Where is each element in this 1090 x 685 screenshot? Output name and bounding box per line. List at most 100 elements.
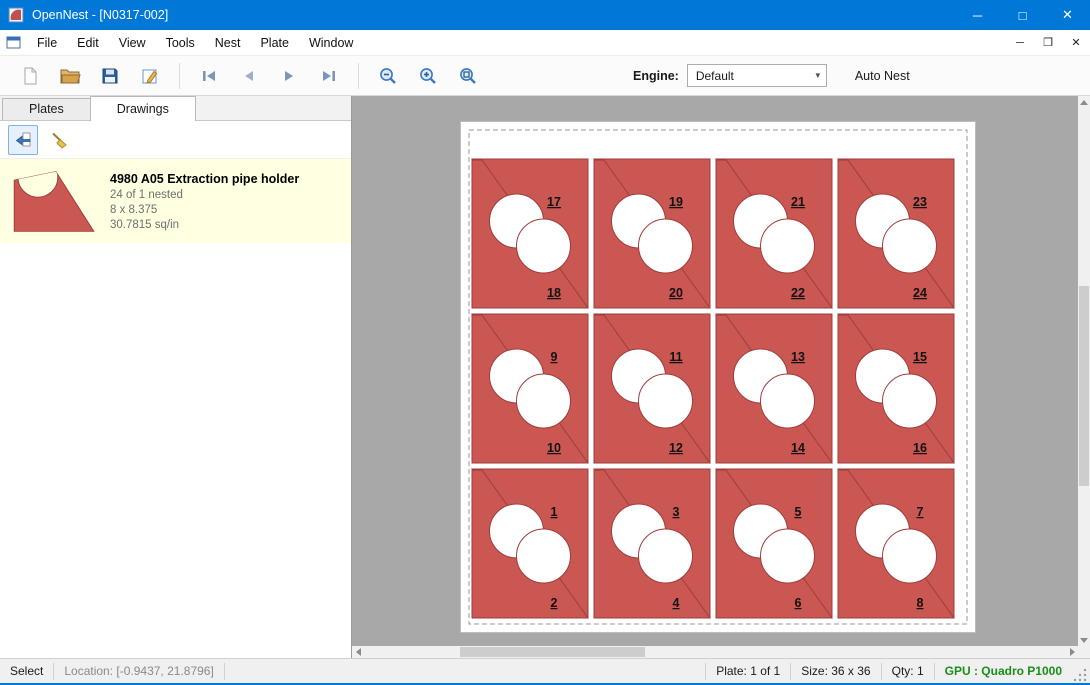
last-arrow-icon bbox=[319, 66, 339, 86]
scrollbar-corner bbox=[1078, 646, 1090, 658]
status-size: Size: 36 x 36 bbox=[791, 664, 880, 678]
toolbar-separator bbox=[179, 63, 180, 89]
maximize-button[interactable]: □ bbox=[1000, 0, 1045, 30]
open-file-button[interactable] bbox=[53, 59, 87, 93]
part-number-label: 4 bbox=[673, 596, 680, 610]
first-plate-button[interactable] bbox=[192, 59, 226, 93]
next-arrow-icon bbox=[279, 66, 299, 86]
menu-item-nest[interactable]: Nest bbox=[205, 31, 251, 55]
part-number-label: 16 bbox=[913, 441, 927, 455]
drawing-size: 8 x 8.375 bbox=[110, 204, 299, 216]
part-number-label: 11 bbox=[669, 350, 682, 364]
part-number-label: 15 bbox=[913, 350, 927, 364]
horizontal-scrollbar[interactable] bbox=[352, 646, 1078, 658]
zoom-fit-icon bbox=[458, 66, 478, 86]
pipe-notch bbox=[639, 374, 693, 428]
part-number-label: 22 bbox=[791, 286, 805, 300]
part-number-label: 6 bbox=[795, 596, 802, 610]
scroll-down-button[interactable] bbox=[1078, 634, 1090, 646]
toolbar-separator bbox=[358, 63, 359, 89]
mdi-minimize-button[interactable]: ─ bbox=[1006, 32, 1034, 54]
part-number-label: 1 bbox=[551, 505, 558, 519]
engine-dropdown[interactable]: Default ▼ bbox=[687, 64, 827, 87]
zoom-out-button[interactable] bbox=[371, 59, 405, 93]
status-bar: Select Location: [-0.9437, 21.8796] Plat… bbox=[0, 658, 1090, 683]
next-plate-button[interactable] bbox=[272, 59, 306, 93]
mdi-child-icon bbox=[6, 36, 21, 49]
triangle-up-icon bbox=[1080, 100, 1088, 105]
zoom-fit-button[interactable] bbox=[451, 59, 485, 93]
part-number-label: 10 bbox=[547, 441, 561, 455]
scroll-up-button[interactable] bbox=[1078, 96, 1090, 108]
part-number-label: 5 bbox=[795, 505, 802, 519]
last-plate-button[interactable] bbox=[312, 59, 346, 93]
menu-item-file[interactable]: File bbox=[27, 31, 67, 55]
zoom-in-button[interactable] bbox=[411, 59, 445, 93]
horizontal-scroll-thumb[interactable] bbox=[460, 647, 645, 657]
tab-plates[interactable]: Plates bbox=[2, 98, 91, 120]
part-number-label: 9 bbox=[551, 350, 558, 364]
part-number-label: 7 bbox=[917, 505, 924, 519]
clear-drawings-button[interactable] bbox=[44, 125, 74, 155]
first-arrow-icon bbox=[199, 66, 219, 86]
nest-canvas[interactable]: 171819202122232491011121314151612345678 bbox=[352, 96, 1090, 658]
scroll-left-button[interactable] bbox=[352, 646, 364, 658]
zoom-in-icon bbox=[418, 66, 438, 86]
vertical-scroll-thumb[interactable] bbox=[1079, 286, 1089, 486]
tab-drawings[interactable]: Drawings bbox=[90, 96, 196, 121]
pipe-notch bbox=[883, 374, 937, 428]
pipe-notch bbox=[517, 219, 571, 273]
menu-bar: FileEditViewToolsNestPlateWindow ─ ❐ ✕ bbox=[0, 30, 1090, 56]
minimize-button[interactable]: ─ bbox=[955, 0, 1000, 30]
pipe-notch bbox=[761, 529, 815, 583]
statusbar-separator bbox=[224, 663, 225, 680]
part-number-label: 8 bbox=[917, 596, 924, 610]
part-number-label: 2 bbox=[551, 596, 558, 610]
new-file-button[interactable] bbox=[13, 59, 47, 93]
scroll-right-button[interactable] bbox=[1066, 646, 1078, 658]
assign-drawing-button[interactable] bbox=[8, 125, 38, 155]
nest-svg: 171819202122232491011121314151612345678 bbox=[461, 122, 975, 632]
drawing-list-item[interactable]: 4980 A05 Extraction pipe holder 24 of 1 … bbox=[0, 159, 351, 243]
mdi-restore-button[interactable]: ❐ bbox=[1034, 32, 1062, 54]
sidebar-toolbar bbox=[0, 121, 351, 159]
close-button[interactable]: ✕ bbox=[1045, 0, 1090, 30]
part-thumbnail bbox=[8, 165, 100, 237]
menu-item-tools[interactable]: Tools bbox=[156, 31, 205, 55]
drawing-title: 4980 A05 Extraction pipe holder bbox=[110, 172, 299, 186]
menu-item-view[interactable]: View bbox=[109, 31, 156, 55]
pipe-notch bbox=[517, 529, 571, 583]
pipe-notch bbox=[761, 219, 815, 273]
part-number-label: 14 bbox=[791, 441, 805, 455]
statusbar-right: Plate: 1 of 1 Size: 36 x 36 Qty: 1 GPU :… bbox=[705, 659, 1090, 683]
pipe-notch bbox=[761, 374, 815, 428]
menu-item-edit[interactable]: Edit bbox=[67, 31, 109, 55]
engine-group: Engine: Default ▼ Auto Nest bbox=[633, 64, 918, 88]
part-number-label: 20 bbox=[669, 286, 683, 300]
menu-item-window[interactable]: Window bbox=[299, 31, 363, 55]
previous-plate-button[interactable] bbox=[232, 59, 266, 93]
vertical-scrollbar[interactable] bbox=[1078, 96, 1090, 646]
plate-sheet[interactable]: 171819202122232491011121314151612345678 bbox=[460, 121, 976, 633]
part-number-label: 21 bbox=[791, 195, 805, 209]
new-file-icon bbox=[20, 66, 40, 86]
status-qty: Qty: 1 bbox=[882, 664, 934, 678]
app-logo-icon bbox=[8, 7, 24, 23]
main-area: PlatesDrawings bbox=[0, 96, 1090, 658]
edit-plate-button[interactable] bbox=[133, 59, 167, 93]
save-button[interactable] bbox=[93, 59, 127, 93]
menu-item-plate[interactable]: Plate bbox=[250, 31, 299, 55]
menu-items: FileEditViewToolsNestPlateWindow bbox=[27, 31, 363, 55]
pipe-notch bbox=[639, 529, 693, 583]
pipe-notch bbox=[517, 374, 571, 428]
part-number-label: 23 bbox=[913, 195, 927, 209]
zoom-out-icon bbox=[378, 66, 398, 86]
open-folder-icon bbox=[59, 66, 81, 86]
mdi-close-button[interactable]: ✕ bbox=[1062, 32, 1090, 54]
status-mode: Select bbox=[0, 664, 53, 678]
chevron-down-icon: ▼ bbox=[814, 71, 822, 80]
broom-icon bbox=[49, 130, 69, 150]
auto-nest-button[interactable]: Auto Nest bbox=[847, 64, 918, 88]
resize-grip-icon[interactable] bbox=[1072, 667, 1088, 683]
sidebar-panel: PlatesDrawings bbox=[0, 96, 352, 658]
